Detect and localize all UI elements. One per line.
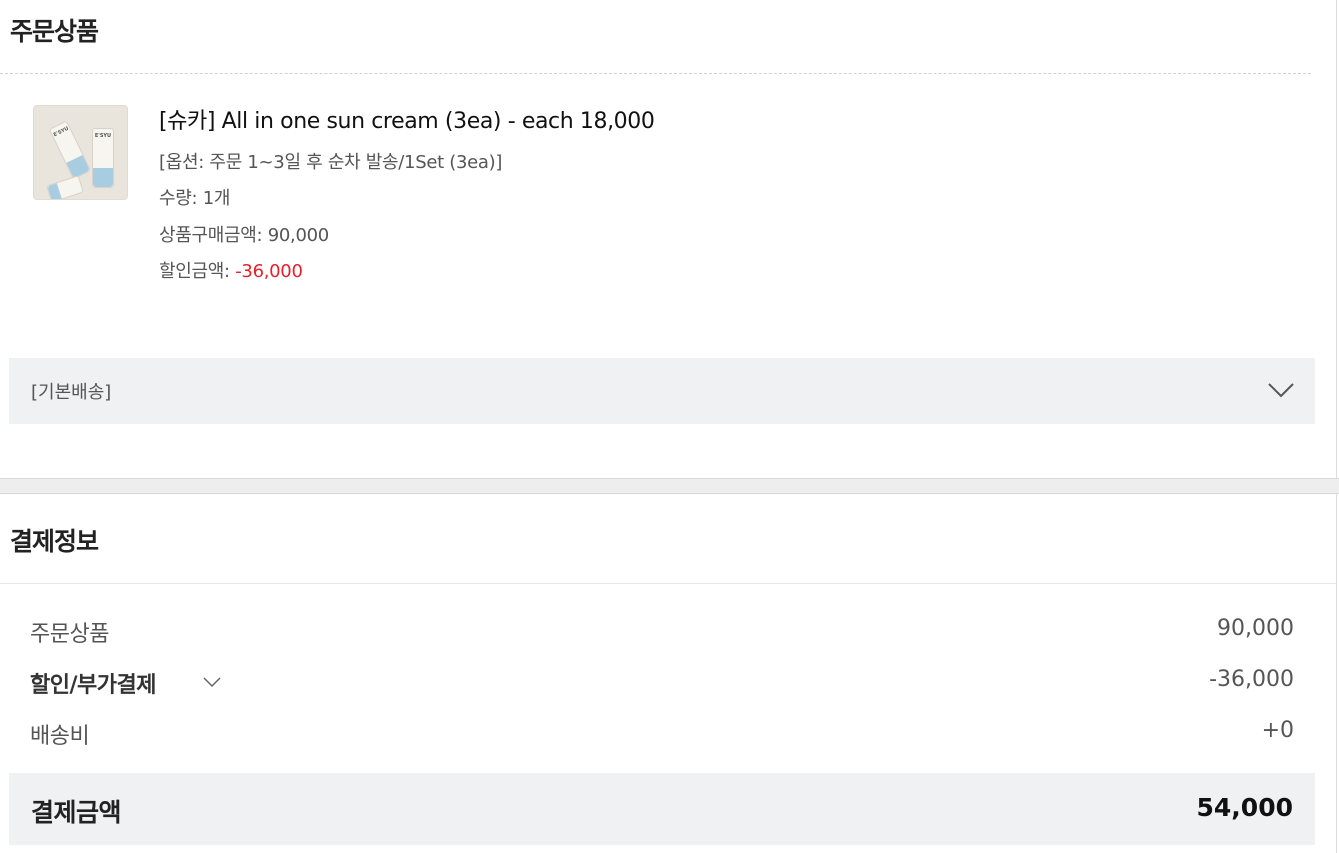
product-tube-image: E'SYU: [48, 120, 92, 180]
payment-row-value: -36,000: [1209, 667, 1294, 692]
tube-brand-label: E'SYU: [52, 125, 70, 139]
purchase-amount-label: 상품구매금액:: [159, 225, 268, 246]
product-thumbnail[interactable]: E'SYU E'SYU: [33, 105, 128, 200]
discount-amount-value: -36,000: [235, 261, 303, 282]
section-separator: [0, 478, 1339, 494]
tube-brand-label: E'SYU: [94, 133, 112, 139]
product-quantity: 수량: 1개: [159, 188, 231, 209]
payment-row-label: 주문상품: [30, 622, 109, 647]
payment-row-value: 90,000: [1217, 616, 1294, 641]
product-name-link[interactable]: [슈카] All in one sun cream (3ea) - each 1…: [159, 103, 655, 135]
product-purchase-amount: 상품구매금액: 90,000: [159, 221, 329, 247]
product-tube-image: E'SYU: [92, 128, 114, 188]
right-border: [1336, 0, 1337, 853]
payment-total-label: 결제금액: [31, 798, 122, 827]
discount-amount-label: 할인금액:: [159, 261, 236, 282]
payment-row-discount[interactable]: 할인/부가결제 -36,000: [30, 667, 1294, 699]
chevron-down-icon[interactable]: [202, 675, 222, 689]
payment-row-label[interactable]: 할인/부가결제: [30, 667, 156, 699]
product-option: [옵션: 주문 1~3일 후 순차 발송/1Set (3ea)]: [159, 152, 503, 173]
payment-total-value: 54,000: [1196, 793, 1293, 822]
product-tube-image: [46, 175, 84, 199]
dashed-divider: [0, 73, 1311, 74]
product-discount-amount: 할인금액: -36,000: [159, 257, 303, 283]
chevron-down-icon[interactable]: [1267, 380, 1295, 400]
delivery-toggle[interactable]: [기본배송]: [9, 358, 1315, 424]
payment-row-value: +0: [1261, 718, 1294, 743]
payment-info-title: 결제정보: [10, 527, 99, 556]
payment-row-shipping: 배송비 +0: [30, 718, 1294, 750]
order-summary-page: 주문상품 E'SYU E'SYU [슈카] All in one sun cre…: [0, 0, 1339, 853]
delivery-label: [기본배송]: [31, 382, 112, 403]
purchase-amount-value: 90,000: [267, 225, 329, 246]
payment-divider: [0, 583, 1336, 584]
payment-total-bar: 결제금액 54,000: [9, 773, 1315, 845]
payment-row-items: 주문상품 90,000: [30, 616, 1294, 648]
payment-row-label: 배송비: [30, 724, 90, 749]
order-items-title: 주문상품: [10, 17, 99, 46]
